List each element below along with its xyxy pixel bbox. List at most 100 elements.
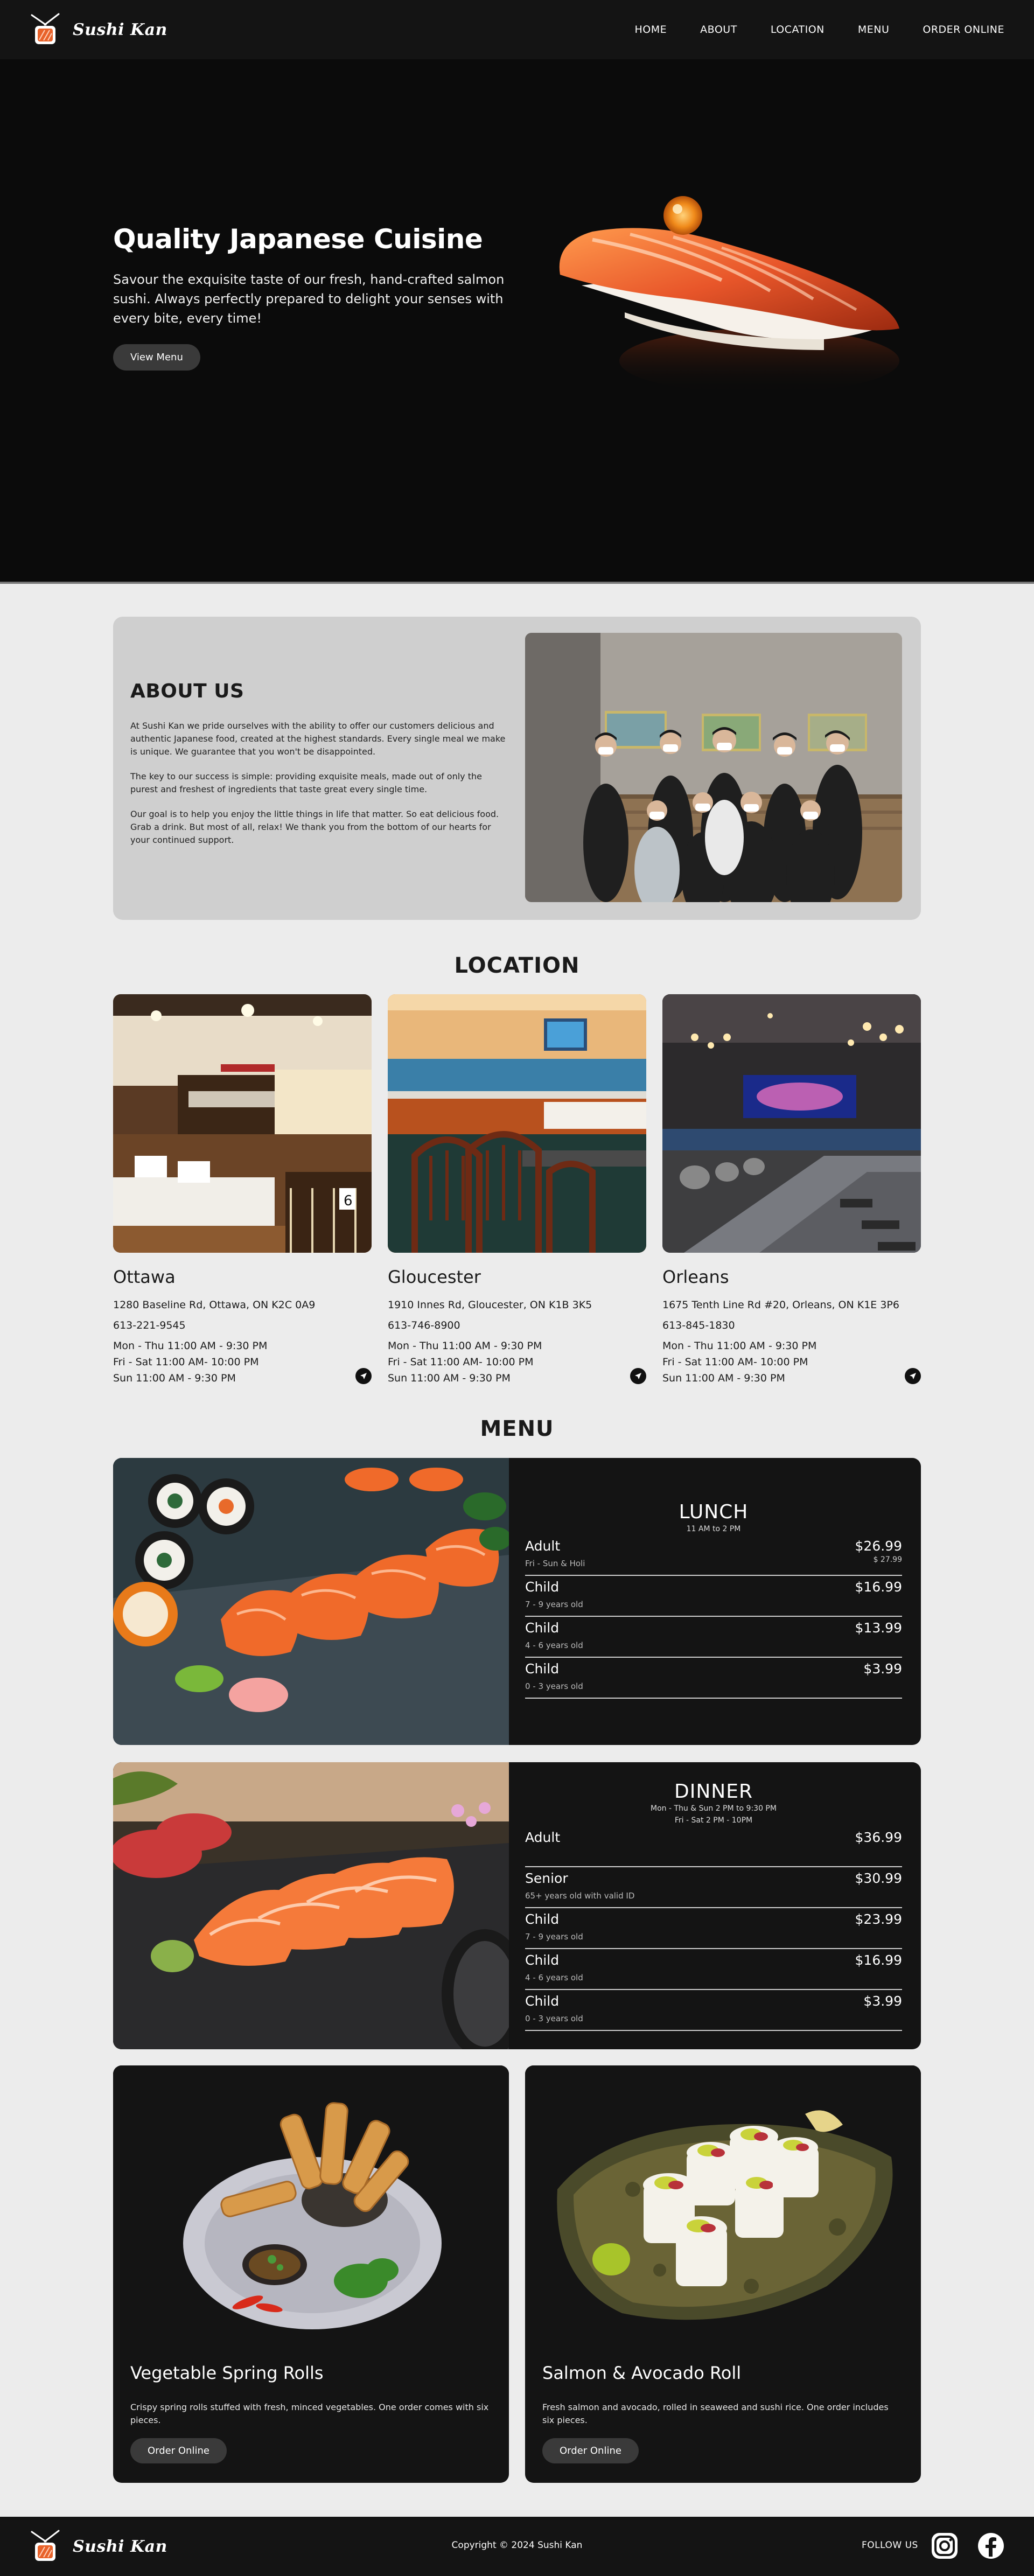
row-note: 7 - 9 years old: [525, 1932, 583, 1942]
nav-link-menu[interactable]: MENU: [858, 24, 890, 36]
food-title: Salmon & Avocado Roll: [542, 2363, 742, 2383]
food-description: Fresh salmon and avocado, rolled in seaw…: [542, 2402, 889, 2425]
dinner-hours-weekend: Fri - Sat 2 PM - 10PM: [674, 1816, 753, 1825]
food-description: Crispy spring rolls stuffed with fresh, …: [130, 2402, 489, 2425]
hours-line: Mon - Thu 11:00 AM - 9:30 PM: [113, 1340, 268, 1352]
location-card-ottawa: 6 Ottawa 1280 Baseline Rd, Ottawa, ON K2…: [113, 994, 372, 1386]
spring-rolls-image: [113, 2065, 509, 2364]
brand-name: Sushi Kan: [73, 20, 167, 39]
row-note: 7 - 9 years old: [525, 1600, 583, 1609]
location-name: Orleans: [662, 1267, 729, 1287]
row-label: Child: [525, 1952, 560, 1968]
footer: Sushi Kan Copyright © 2024 Sushi Kan FOL…: [0, 2517, 1034, 2576]
row-price: $3.99: [863, 1993, 902, 2009]
dinner-panel: DINNER Mon - Thu & Sun 2 PM to 9:30 PM F…: [525, 1762, 902, 2049]
directions-button[interactable]: [630, 1368, 646, 1384]
directions-button[interactable]: [905, 1368, 921, 1384]
row-price: $16.99: [855, 1952, 902, 1968]
location-address: 1280 Baseline Rd, Ottawa, ON K2C 0A9: [113, 1299, 316, 1311]
row-label: Child: [525, 1579, 560, 1595]
menu-title: MENU: [480, 1416, 554, 1441]
row-label: Adult: [525, 1538, 561, 1554]
nav-link-location[interactable]: LOCATION: [771, 24, 825, 36]
menu-row: Child 7 - 9 years old $16.99: [525, 1576, 902, 1617]
hero-subtitle: Savour the exquisite taste of our fresh,…: [113, 272, 505, 326]
about-paragraph: At Sushi Kan we pride ourselves with the…: [130, 721, 506, 757]
dinner-sashimi-photo: [113, 1762, 509, 2049]
nav-link-order-online[interactable]: ORDER ONLINE: [923, 24, 1004, 36]
svg-text:6: 6: [344, 1193, 353, 1209]
location-hours: Mon - Thu 11:00 AM - 9:30 PM Fri - Sat 1…: [662, 1338, 921, 1386]
row-price: $30.99: [855, 1870, 902, 1886]
hours-line: Mon - Thu 11:00 AM - 9:30 PM: [388, 1340, 542, 1352]
row-note: 4 - 6 years old: [525, 1973, 583, 1982]
row-label: Child: [525, 1911, 560, 1927]
location-address: 1675 Tenth Line Rd #20, Orleans, ON K1E …: [662, 1299, 899, 1311]
hours-line: Fri - Sat 11:00 AM- 10:00 PM: [662, 1356, 808, 1368]
food-card-salmon-avocado: Salmon & Avocado Roll Fresh salmon and a…: [525, 2065, 921, 2483]
location-phone[interactable]: 613-845-1830: [662, 1317, 921, 1334]
instagram-icon[interactable]: [931, 2532, 959, 2560]
location-hours: Mon - Thu 11:00 AM - 9:30 PM Fri - Sat 1…: [113, 1338, 372, 1386]
sushi-logo-icon: [31, 13, 60, 44]
navigation-arrow-icon: [635, 1373, 641, 1379]
hours-line: Sun 11:00 AM - 9:30 PM: [662, 1372, 785, 1384]
dinner-menu-card: DINNER Mon - Thu & Sun 2 PM to 9:30 PM F…: [113, 1762, 921, 2049]
food-title: Vegetable Spring Rolls: [130, 2363, 324, 2383]
order-online-button[interactable]: Order Online: [542, 2438, 639, 2463]
about-paragraph: Our goal is to help you enjoy the little…: [130, 809, 499, 845]
location-card-orleans: Orleans 1675 Tenth Line Rd #20, Orleans,…: [662, 994, 921, 1386]
hours-line: Fri - Sat 11:00 AM- 10:00 PM: [113, 1356, 259, 1368]
hours-line: Sun 11:00 AM - 9:30 PM: [388, 1372, 511, 1384]
menu-row: Child 0 - 3 years old $3.99: [525, 1990, 902, 2031]
nav-link-about[interactable]: ABOUT: [700, 24, 737, 36]
lunch-title: LUNCH: [679, 1501, 749, 1523]
navigation-arrow-icon: [360, 1373, 367, 1379]
salmon-nigiri-image: [559, 196, 899, 393]
dinner-hours-weekday: Mon - Thu & Sun 2 PM to 9:30 PM: [651, 1804, 777, 1813]
navigation-arrow-icon: [910, 1373, 916, 1379]
facebook-icon[interactable]: [977, 2532, 1005, 2560]
location-phone[interactable]: 613-746-8900: [388, 1317, 646, 1334]
hero-text: Quality Japanese Cuisine Savour the exqu…: [113, 224, 522, 371]
row-price: $23.99: [855, 1911, 902, 1927]
lunch-hours: 11 AM to 2 PM: [686, 1525, 741, 1533]
menu-row: Child 7 - 9 years old $23.99: [525, 1908, 902, 1949]
about-paragraph: The key to our success is simple: provid…: [130, 771, 482, 794]
ottawa-restaurant-photo: 6: [113, 994, 372, 1253]
orleans-restaurant-photo: [662, 994, 921, 1253]
menu-row: Adult $36.99: [525, 1826, 902, 1867]
menu-row: Child 4 - 6 years old $13.99: [525, 1617, 902, 1658]
row-price-weekend: $ 27.99: [873, 1555, 902, 1564]
salmon-avocado-roll-image: [525, 2065, 921, 2364]
location-hours: Mon - Thu 11:00 AM - 9:30 PM Fri - Sat 1…: [388, 1338, 646, 1386]
row-price: $16.99: [855, 1579, 902, 1595]
hours-line: Fri - Sat 11:00 AM- 10:00 PM: [388, 1356, 534, 1368]
view-menu-button[interactable]: View Menu: [113, 344, 200, 371]
follow-us-label: FOLLOW US: [862, 2540, 918, 2551]
brand[interactable]: Sushi Kan: [30, 13, 167, 46]
row-note: 0 - 3 years old: [525, 1681, 583, 1691]
lunch-panel: LUNCH 11 AM to 2 PM Adult Fri - Sun & Ho…: [525, 1458, 902, 1745]
menu-row: Child 4 - 6 years old $16.99: [525, 1949, 902, 1990]
order-online-button[interactable]: Order Online: [130, 2438, 227, 2463]
location-card-gloucester: Gloucester 1910 Innes Rd, Gloucester, ON…: [388, 994, 646, 1386]
location-name: Gloucester: [388, 1267, 481, 1287]
top-nav: Sushi Kan HOME ABOUT LOCATION MENU ORDER…: [0, 0, 1034, 59]
nav-link-home[interactable]: HOME: [635, 24, 667, 36]
dinner-title: DINNER: [674, 1781, 753, 1803]
menu-row: Senior 65+ years old with valid ID $30.9…: [525, 1867, 902, 1908]
directions-button[interactable]: [355, 1368, 372, 1384]
location-phone[interactable]: 613-221-9545: [113, 1317, 372, 1334]
row-price: $3.99: [863, 1661, 902, 1677]
hero-title: Quality Japanese Cuisine: [113, 224, 483, 255]
location-address: 1910 Innes Rd, Gloucester, ON K1B 3K5: [388, 1299, 592, 1311]
row-label: Child: [525, 1661, 560, 1677]
about-section: ABOUT US At Sushi Kan we pride ourselves…: [113, 617, 921, 920]
row-label: Child: [525, 1620, 560, 1636]
menu-row: Child 0 - 3 years old $3.99: [525, 1658, 902, 1699]
row-label: Child: [525, 1993, 560, 2009]
gloucester-restaurant-photo: [388, 994, 646, 1253]
location-name: Ottawa: [113, 1267, 176, 1287]
nav-links: HOME ABOUT LOCATION MENU ORDER ONLINE: [635, 24, 1004, 36]
